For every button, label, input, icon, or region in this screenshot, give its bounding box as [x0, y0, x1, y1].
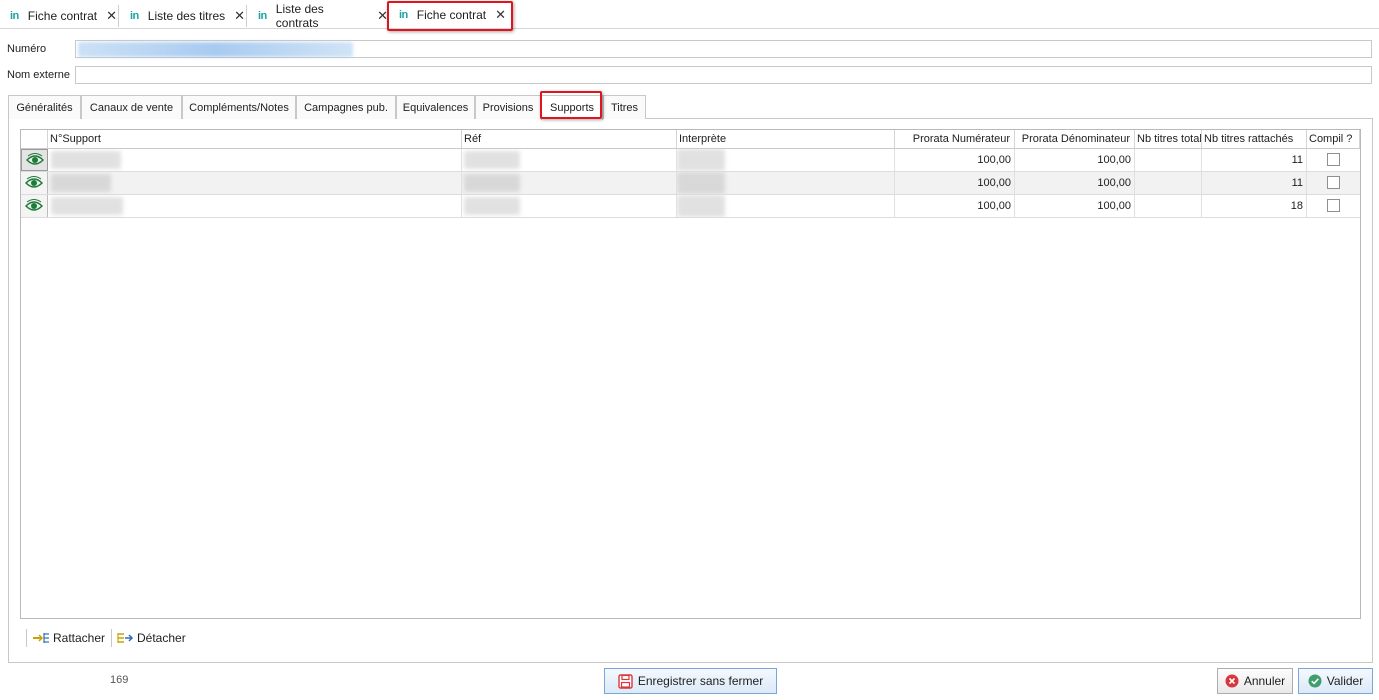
tab-supports[interactable]: Supports	[541, 95, 603, 120]
numero-label: Numéro	[7, 43, 47, 55]
cell-nb-titres-rattaches: 11	[1202, 149, 1307, 171]
eye-icon	[25, 153, 44, 165]
save-without-closing-button[interactable]: Enregistrer sans fermer	[604, 668, 777, 694]
column-header-nb-titres-rattaches[interactable]: Nb titres rattachés	[1202, 130, 1307, 149]
doc-tab-label: Fiche contrat	[416, 7, 487, 22]
table-row[interactable]: 100,00 100,00 11	[21, 149, 1360, 172]
cell-interprete	[677, 195, 895, 217]
rattacher-button[interactable]: Rattacher	[32, 629, 105, 647]
column-header-prorata-numerateur[interactable]: Prorata Numérateur	[895, 130, 1015, 149]
cell-interprete	[677, 172, 895, 194]
cancel-icon	[1225, 674, 1239, 688]
row-view-button[interactable]	[21, 149, 48, 171]
cell-nb-titres-total	[1135, 172, 1202, 194]
cell-ref	[462, 195, 677, 217]
cell-prorata-denominateur: 100,00	[1015, 149, 1135, 171]
save-label: Enregistrer sans fermer	[637, 674, 764, 688]
cell-nb-titres-total	[1135, 149, 1202, 171]
doc-tab-liste-des-contrats[interactable]: in Liste des contrats ✕	[248, 1, 388, 30]
cell-nb-titres-rattaches: 11	[1202, 172, 1307, 194]
document-tab-bar: in Fiche contrat ✕ in Liste des titres ✕…	[0, 0, 1379, 30]
cell-nb-titres-total	[1135, 195, 1202, 217]
doc-tab-label: Fiche contrat	[27, 8, 98, 23]
app-logo-icon: in	[258, 9, 267, 22]
cancel-label: Annuler	[1243, 674, 1286, 688]
cell-nb-titres-rattaches: 18	[1202, 195, 1307, 217]
column-header-compil[interactable]: Compil ?	[1307, 130, 1360, 149]
tab-titres[interactable]: Titres	[603, 95, 646, 119]
tab-campagnes-pub[interactable]: Campagnes pub.	[296, 95, 396, 119]
table-row[interactable]: 100,00 100,00 11	[21, 172, 1360, 195]
tab-generalites[interactable]: Généralités	[8, 95, 81, 119]
cell-compil	[1307, 149, 1360, 171]
supports-grid: N°Support Réf Interprète Prorata Numérat…	[20, 129, 1361, 619]
record-counter: 169	[110, 674, 129, 686]
toolbar-separator	[111, 629, 112, 647]
tab-canaux-de-vente[interactable]: Canaux de vente	[81, 95, 182, 119]
close-icon[interactable]: ✕	[234, 8, 245, 24]
app-logo-icon: in	[130, 9, 139, 22]
table-row[interactable]: 100,00 100,00 18	[21, 195, 1360, 218]
tab-separator	[246, 5, 247, 27]
cell-prorata-denominateur: 100,00	[1015, 195, 1135, 217]
doc-tab-label: Liste des titres	[147, 8, 226, 23]
attach-icon	[33, 633, 49, 643]
cell-prorata-numerateur: 100,00	[895, 172, 1015, 194]
detacher-label: Détacher	[137, 631, 186, 645]
compil-checkbox[interactable]	[1327, 176, 1340, 189]
cell-ref	[462, 149, 677, 171]
grid-header-corner	[21, 130, 48, 149]
cell-ref	[462, 172, 677, 194]
cell-prorata-numerateur: 100,00	[895, 149, 1015, 171]
close-icon[interactable]: ✕	[106, 8, 117, 24]
close-icon[interactable]: ✕	[495, 7, 506, 23]
tab-provisions[interactable]: Provisions	[475, 95, 541, 119]
compil-checkbox[interactable]	[1327, 199, 1340, 212]
app-logo-icon: in	[10, 9, 19, 22]
detach-icon	[117, 633, 134, 643]
doc-tab-liste-des-titres[interactable]: in Liste des titres ✕	[120, 3, 247, 28]
row-view-button[interactable]	[21, 195, 48, 217]
doc-tab-label: Liste des contrats	[275, 1, 324, 30]
column-header-prorata-denominateur[interactable]: Prorata Dénominateur	[1015, 130, 1135, 149]
tab-separator	[118, 5, 119, 27]
toolbar-grip	[26, 629, 27, 647]
column-header-n-support[interactable]: N°Support	[48, 130, 462, 149]
cell-compil	[1307, 172, 1360, 194]
doc-tab-fiche-contrat-1[interactable]: in Fiche contrat ✕	[0, 3, 119, 28]
validate-label: Valider	[1326, 674, 1364, 688]
cell-n-support	[48, 149, 462, 171]
rattacher-label: Rattacher	[53, 631, 106, 645]
tab-complements-notes[interactable]: Compléments/Notes	[182, 95, 296, 119]
cell-interprete	[677, 149, 895, 171]
detacher-button[interactable]: Détacher	[116, 629, 186, 647]
cell-prorata-denominateur: 100,00	[1015, 172, 1135, 194]
doc-tab-fiche-contrat-2[interactable]: in Fiche contrat ✕	[389, 2, 511, 27]
nom-externe-field[interactable]	[75, 66, 1372, 84]
check-icon	[1308, 674, 1322, 688]
compil-checkbox[interactable]	[1327, 153, 1340, 166]
eye-icon	[25, 199, 43, 211]
nom-externe-label: Nom externe	[7, 69, 70, 81]
column-header-nb-titres-total[interactable]: Nb titres total	[1135, 130, 1202, 149]
cell-compil	[1307, 195, 1360, 217]
cell-prorata-numerateur: 100,00	[895, 195, 1015, 217]
cell-n-support	[48, 195, 462, 217]
column-header-interprete[interactable]: Interprète	[677, 130, 895, 149]
redacted-value	[78, 42, 353, 57]
column-header-ref[interactable]: Réf	[462, 130, 677, 149]
validate-button[interactable]: Valider	[1298, 668, 1373, 694]
save-icon	[618, 673, 633, 689]
row-view-button[interactable]	[21, 172, 48, 194]
cell-n-support	[48, 172, 462, 194]
tab-equivalences[interactable]: Equivalences	[396, 95, 475, 119]
app-logo-icon: in	[399, 8, 408, 21]
close-icon[interactable]: ✕	[377, 8, 388, 24]
eye-icon	[25, 176, 43, 188]
cancel-button[interactable]: Annuler	[1217, 668, 1293, 694]
